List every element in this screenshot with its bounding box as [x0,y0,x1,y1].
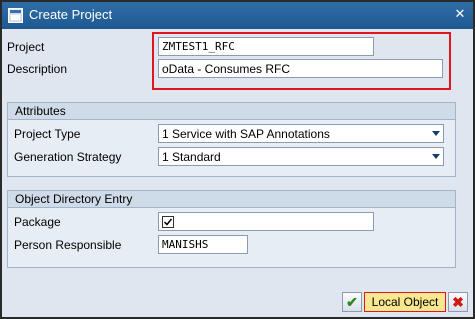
chevron-down-icon[interactable] [432,131,440,136]
project-type-label: Project Type [14,127,81,141]
close-button[interactable]: ✕ [450,6,470,24]
create-project-dialog: Create Project ✕ Project ZMTEST1_RFC Des… [0,0,475,319]
generation-strategy-value: 1 Standard [162,150,221,164]
attributes-header: Attributes [8,103,455,120]
checkmark-icon: ✔ [346,294,358,310]
chevron-down-icon[interactable] [432,154,440,159]
generation-strategy-select[interactable]: 1 Standard [158,147,444,166]
project-type-select[interactable]: 1 Service with SAP Annotations [158,124,444,143]
generation-strategy-label: Generation Strategy [14,150,122,164]
person-responsible-input[interactable]: MANISHS [158,235,248,254]
close-icon: ✕ [454,7,466,22]
cancel-x-icon: ✖ [452,294,464,310]
accept-button[interactable]: ✔ [342,292,362,312]
project-type-value: 1 Service with SAP Annotations [162,127,330,141]
sap-window-icon [8,8,23,23]
dialog-title: Create Project [29,7,113,22]
local-object-button[interactable]: Local Object [364,292,446,312]
checkbox-check-icon [162,216,174,228]
person-responsible-label: Person Responsible [14,238,122,252]
description-label: Description [7,62,68,76]
dialog-footer: ✔ Local Object ✖ [2,287,473,317]
object-directory-header: Object Directory Entry [8,191,455,208]
project-label: Project [7,40,45,54]
cancel-button[interactable]: ✖ [448,292,468,312]
annotation-highlight-box [152,32,451,90]
title-bar[interactable]: Create Project ✕ [2,2,473,29]
package-input[interactable] [158,212,374,231]
package-label: Package [14,215,61,229]
